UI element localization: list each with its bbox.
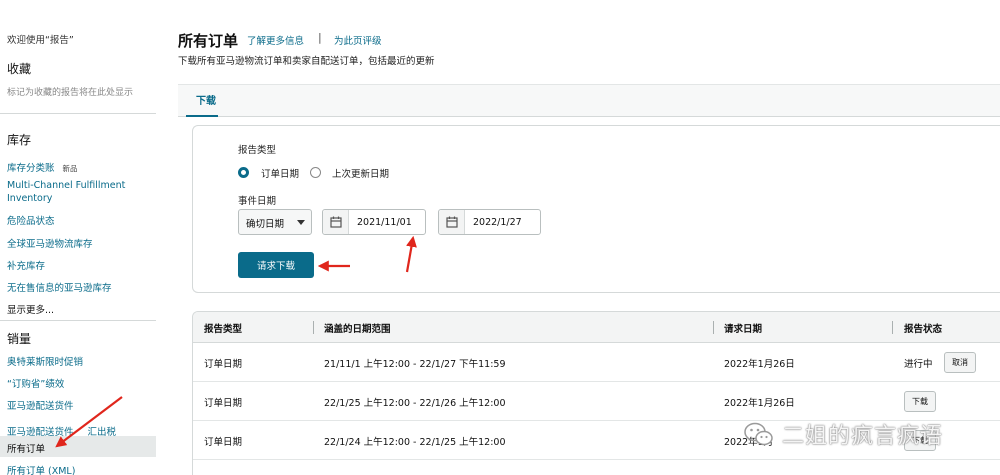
sidebar-item-subscribe-save[interactable]: “订购省”绩效: [7, 376, 64, 390]
column-divider: [313, 321, 314, 334]
column-divider: [713, 321, 714, 334]
reports-table: 报告类型 涵盖的日期范围 请求日期 报告状态 订单日期 21/11/1 上午12…: [192, 311, 1000, 475]
sidebar-item-restock[interactable]: 补充库存: [7, 258, 45, 272]
page-title: 所有订单: [178, 32, 239, 50]
end-date-value: 2022/1/27: [473, 217, 522, 228]
cancel-button[interactable]: 取消: [944, 352, 976, 373]
tab-active-indicator: [186, 115, 218, 117]
sidebar-inventory-heading: 库存: [7, 133, 32, 147]
sidebar-sales-heading: 销量: [7, 332, 32, 346]
sidebar-welcome: 欢迎使用“报告”: [7, 35, 74, 46]
tab-download[interactable]: 下载: [196, 92, 216, 107]
cell-request-date: 2022年1月26日: [724, 398, 795, 409]
page-root: 欢迎使用“报告” 收藏 标记为收藏的报告将在此处显示 库存 库存分类账 新品 Mu…: [0, 0, 1000, 475]
sidebar-favorites-hint: 标记为收藏的报告将在此处显示: [7, 88, 134, 98]
sidebar-item-mcf-inventory[interactable]: Multi-Channel Fulfillment Inventory: [7, 179, 147, 205]
event-date-label: 事件日期: [238, 196, 277, 207]
sidebar-item-stranded-inventory[interactable]: 无在售信息的亚马逊库存: [7, 280, 112, 294]
end-date-input[interactable]: 2022/1/27: [438, 209, 541, 235]
sidebar-item-fba-shipments[interactable]: 亚马逊配送货件: [7, 398, 74, 412]
download-button[interactable]: 下载: [904, 391, 936, 412]
tab-bar: [178, 84, 1000, 117]
radio-last-updated[interactable]: [310, 167, 321, 178]
cell-report-type: 订单日期: [204, 398, 243, 409]
cell-status: 进行中: [904, 359, 933, 370]
sidebar-divider: [0, 320, 156, 321]
report-type-label: 报告类型: [238, 145, 277, 156]
learn-more-link[interactable]: 了解更多信息: [247, 33, 304, 47]
start-date-input[interactable]: 2021/11/01: [322, 209, 426, 235]
chevron-down-icon: [297, 220, 305, 225]
sidebar-item-global-fba-inventory[interactable]: 全球亚马逊物流库存: [7, 236, 93, 250]
cell-request-date: 2022年1月: [724, 437, 774, 448]
cell-date-range: 22/1/25 上午12:00 - 22/1/26 上午12:00: [324, 398, 506, 409]
calendar-icon[interactable]: [439, 210, 465, 234]
start-date-value: 2021/11/01: [357, 217, 412, 228]
sidebar-item-label: 库存分类账: [7, 163, 55, 174]
cell-report-type: 订单日期: [204, 359, 243, 370]
sidebar-item-all-orders-xml[interactable]: 所有订单 (XML): [7, 463, 75, 475]
table-header: 报告类型 涵盖的日期范围 请求日期 报告状态: [193, 312, 1000, 343]
cell-report-type: 订单日期: [204, 437, 243, 448]
calendar-icon[interactable]: [323, 210, 349, 234]
column-header: 报告类型: [204, 324, 243, 335]
download-button[interactable]: 下载: [904, 430, 936, 451]
request-download-button[interactable]: 请求下载: [238, 252, 314, 278]
date-mode-value: 确切日期: [246, 219, 285, 230]
radio-order-date[interactable]: [238, 167, 249, 178]
column-header: 请求日期: [724, 324, 763, 335]
sidebar-divider: [0, 113, 156, 114]
sidebar: 欢迎使用“报告” 收藏 标记为收藏的报告将在此处显示 库存 库存分类账 新品 Mu…: [0, 0, 156, 475]
table-row: 订单日期 21/11/1 上午12:00 - 22/1/27 下午11:59 2…: [193, 343, 1000, 382]
header-separator: |: [318, 31, 322, 44]
page-subtitle: 下载所有亚马逊物流订单和卖家自配送订单，包括最近的更新: [178, 56, 435, 67]
table-row: 订单日期 22/1/25 上午12:00 - 22/1/26 上午12:00 2…: [193, 382, 1000, 421]
cell-date-range: 21/11/1 上午12:00 - 22/1/27 下午11:59: [324, 359, 506, 370]
column-divider: [892, 321, 893, 334]
new-badge: 新品: [62, 164, 78, 173]
sidebar-item-all-orders[interactable]: 所有订单: [7, 441, 45, 455]
sidebar-item-dangerous-goods[interactable]: 危险品状态: [7, 213, 55, 227]
table-row: 订单日期 22/1/24 上午12:00 - 22/1/25 上午12:00 2…: [193, 421, 1000, 460]
cell-date-range: 22/1/24 上午12:00 - 22/1/25 上午12:00: [324, 437, 506, 448]
column-header: 涵盖的日期范围: [324, 324, 391, 335]
radio-order-date-label[interactable]: 订单日期: [261, 166, 299, 180]
rate-page-link[interactable]: 为此页评级: [334, 33, 382, 47]
sidebar-item-outlet-deals[interactable]: 奥特莱斯限时促销: [7, 354, 83, 368]
show-more-link[interactable]: 显示更多...: [7, 302, 54, 316]
sidebar-favorites-heading: 收藏: [7, 62, 32, 76]
radio-last-updated-label[interactable]: 上次更新日期: [332, 166, 389, 180]
cell-request-date: 2022年1月26日: [724, 359, 795, 370]
date-mode-select[interactable]: 确切日期: [238, 209, 312, 235]
column-header: 报告状态: [904, 324, 943, 335]
sidebar-item-inventory-ledger[interactable]: 库存分类账 新品: [7, 156, 78, 175]
